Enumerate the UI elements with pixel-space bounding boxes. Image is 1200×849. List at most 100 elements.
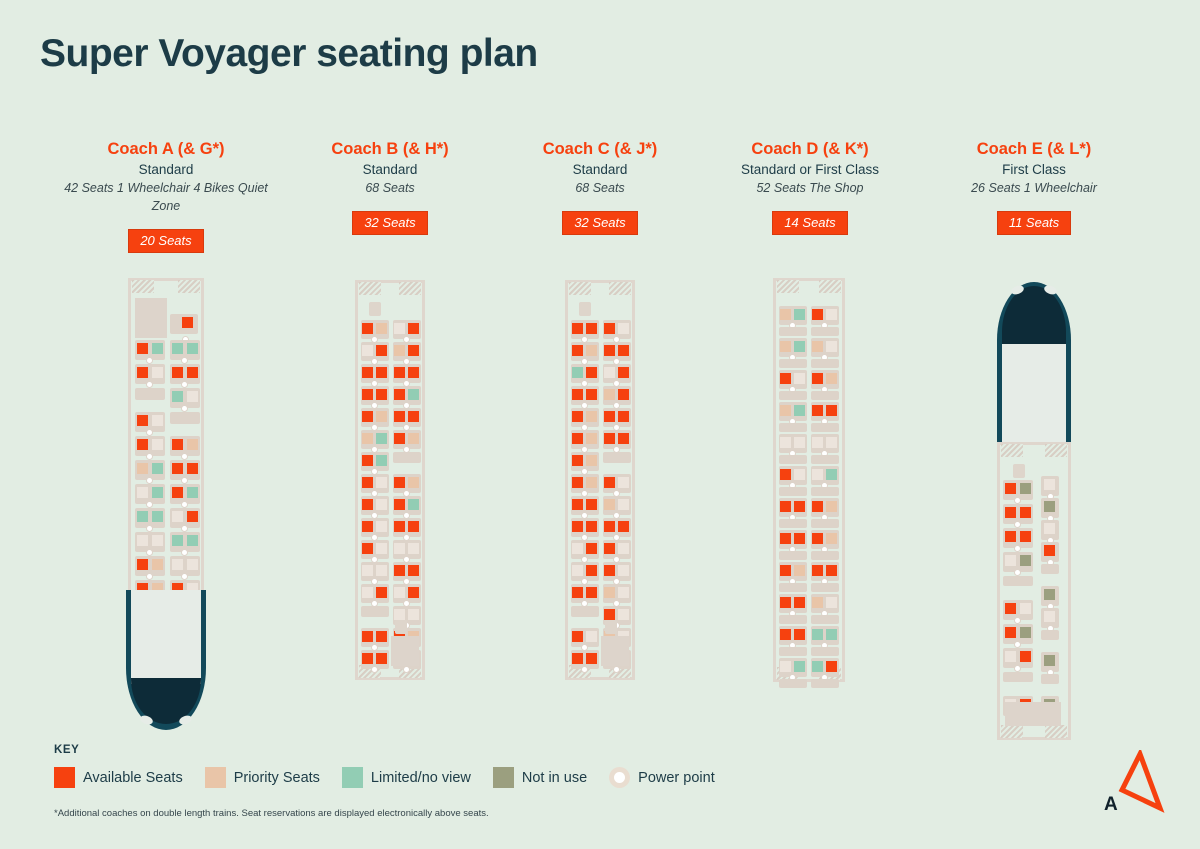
coach-d-seat[interactable] bbox=[780, 565, 791, 576]
coach-c-seat[interactable] bbox=[586, 543, 597, 554]
coach-a-seat[interactable] bbox=[187, 367, 198, 378]
coach-d-seat[interactable] bbox=[812, 533, 823, 544]
coach-b-seat[interactable] bbox=[408, 367, 419, 378]
coach-a-seat[interactable] bbox=[172, 463, 183, 474]
coach-d-seat[interactable] bbox=[826, 661, 837, 672]
coach-c-seat[interactable] bbox=[572, 587, 583, 598]
coach-c-seat[interactable] bbox=[604, 521, 615, 532]
coach-b-seat[interactable] bbox=[362, 367, 373, 378]
coach-b-seat[interactable] bbox=[408, 345, 419, 356]
coach-b-seat[interactable] bbox=[376, 587, 387, 598]
coach-a-seat[interactable] bbox=[172, 367, 183, 378]
coach-c-seat[interactable] bbox=[618, 521, 629, 532]
coach-b-seat[interactable] bbox=[394, 499, 405, 510]
coach-d-seat[interactable] bbox=[780, 597, 791, 608]
coach-a-seat[interactable] bbox=[137, 559, 148, 570]
coach-c-seat[interactable] bbox=[572, 389, 583, 400]
coach-c-seat[interactable] bbox=[572, 653, 583, 664]
coach-c-seat[interactable] bbox=[618, 411, 629, 422]
coach-b-seat[interactable] bbox=[362, 411, 373, 422]
coach-a-seat[interactable] bbox=[137, 439, 148, 450]
coach-c-seat[interactable] bbox=[618, 345, 629, 356]
coach-d-seat[interactable] bbox=[812, 309, 823, 320]
coach-b-seat[interactable] bbox=[408, 565, 419, 576]
coach-b-seat[interactable] bbox=[362, 455, 373, 466]
coach-b-seat[interactable] bbox=[362, 499, 373, 510]
coach-b-seat[interactable] bbox=[376, 345, 387, 356]
coach-b-seat[interactable] bbox=[394, 565, 405, 576]
coach-d-seat[interactable] bbox=[794, 501, 805, 512]
coach-c-seat[interactable] bbox=[604, 477, 615, 488]
coach-b-seat[interactable] bbox=[408, 411, 419, 422]
coach-c-seat[interactable] bbox=[572, 323, 583, 334]
coach-c-seat[interactable] bbox=[572, 433, 583, 444]
coach-b-seat[interactable] bbox=[362, 521, 373, 532]
coach-d-seat[interactable] bbox=[780, 469, 791, 480]
coach-d-seat[interactable] bbox=[780, 629, 791, 640]
coach-e-seat[interactable] bbox=[1005, 627, 1016, 638]
coach-c-seat[interactable] bbox=[586, 367, 597, 378]
coach-d-seat[interactable] bbox=[812, 501, 823, 512]
coach-c-seat[interactable] bbox=[604, 323, 615, 334]
coach-d-seat[interactable] bbox=[794, 597, 805, 608]
coach-a-seat[interactable] bbox=[172, 487, 183, 498]
coach-d-seat[interactable] bbox=[812, 373, 823, 384]
coach-c-seat[interactable] bbox=[586, 521, 597, 532]
coach-e-seat[interactable] bbox=[1020, 651, 1031, 662]
coach-b-seat[interactable] bbox=[408, 323, 419, 334]
coach-b-seat[interactable] bbox=[376, 367, 387, 378]
coach-e-seat[interactable] bbox=[1005, 507, 1016, 518]
coach-c-seat[interactable] bbox=[604, 565, 615, 576]
coach-c-seat[interactable] bbox=[618, 433, 629, 444]
coach-a-seat[interactable] bbox=[137, 367, 148, 378]
coach-e-seat[interactable] bbox=[1005, 483, 1016, 494]
coach-e-seat[interactable] bbox=[1020, 531, 1031, 542]
coach-b-seat[interactable] bbox=[362, 653, 373, 664]
coach-a-seat[interactable] bbox=[187, 511, 198, 522]
coach-b-seat[interactable] bbox=[394, 389, 405, 400]
coach-c-seat[interactable] bbox=[586, 587, 597, 598]
coach-d-seat[interactable] bbox=[794, 533, 805, 544]
coach-c-seat[interactable] bbox=[572, 477, 583, 488]
coach-a-seat[interactable] bbox=[137, 415, 148, 426]
coach-b-seat[interactable] bbox=[394, 367, 405, 378]
coach-e-seat[interactable] bbox=[1005, 531, 1016, 542]
coach-c-seat[interactable] bbox=[604, 609, 615, 620]
coach-c-seat[interactable] bbox=[572, 455, 583, 466]
coach-a-seat[interactable] bbox=[137, 343, 148, 354]
coach-b-seat[interactable] bbox=[362, 323, 373, 334]
coach-e-seat[interactable] bbox=[1005, 603, 1016, 614]
coach-b-seat[interactable] bbox=[408, 521, 419, 532]
coach-c-seat[interactable] bbox=[604, 411, 615, 422]
coach-b-seat[interactable] bbox=[376, 653, 387, 664]
coach-c-seat[interactable] bbox=[572, 521, 583, 532]
coach-d-seat[interactable] bbox=[780, 373, 791, 384]
coach-c-seat[interactable] bbox=[604, 433, 615, 444]
coach-b-seat[interactable] bbox=[394, 411, 405, 422]
coach-b-seat[interactable] bbox=[376, 389, 387, 400]
coach-b-seat[interactable] bbox=[362, 477, 373, 488]
coach-e-seat[interactable] bbox=[1020, 507, 1031, 518]
coach-e-seat[interactable] bbox=[1044, 545, 1055, 556]
coach-d-seat[interactable] bbox=[794, 629, 805, 640]
coach-b-seat[interactable] bbox=[408, 587, 419, 598]
coach-c-seat[interactable] bbox=[586, 565, 597, 576]
coach-a-seat[interactable] bbox=[172, 439, 183, 450]
coach-c-seat[interactable] bbox=[572, 345, 583, 356]
coach-c-seat[interactable] bbox=[618, 389, 629, 400]
coach-b-seat[interactable] bbox=[362, 543, 373, 554]
coach-b-seat[interactable] bbox=[394, 477, 405, 488]
coach-c-seat[interactable] bbox=[604, 543, 615, 554]
coach-c-seat[interactable] bbox=[586, 323, 597, 334]
coach-b-seat[interactable] bbox=[362, 631, 373, 642]
coach-b-seat[interactable] bbox=[362, 389, 373, 400]
coach-c-seat[interactable] bbox=[572, 499, 583, 510]
coach-c-seat[interactable] bbox=[586, 499, 597, 510]
coach-b-seat[interactable] bbox=[394, 521, 405, 532]
coach-c-seat[interactable] bbox=[586, 653, 597, 664]
coach-c-seat[interactable] bbox=[572, 631, 583, 642]
coach-d-seat[interactable] bbox=[812, 405, 823, 416]
coach-c-seat[interactable] bbox=[572, 411, 583, 422]
coach-a-seat[interactable] bbox=[182, 317, 193, 328]
coach-d-seat[interactable] bbox=[780, 501, 791, 512]
